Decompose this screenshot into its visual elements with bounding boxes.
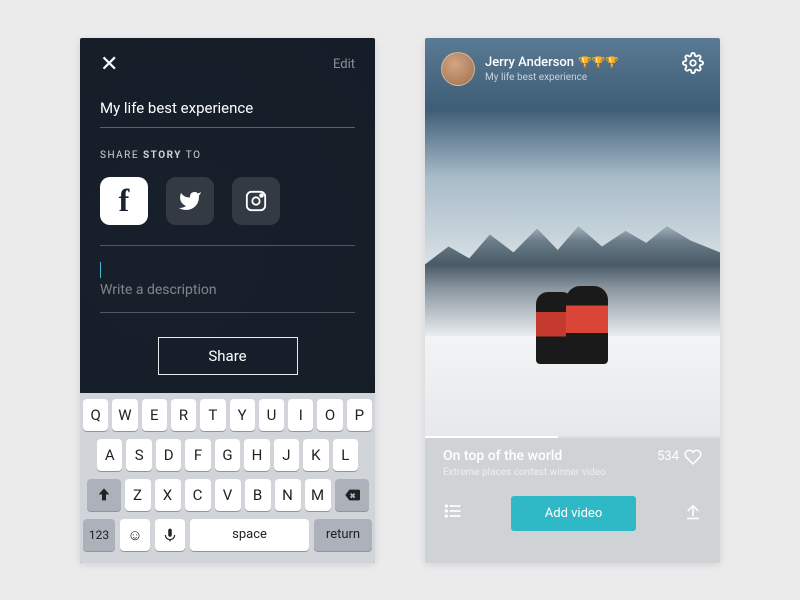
edit-button[interactable]: Edit xyxy=(333,57,355,72)
key-j[interactable]: J xyxy=(274,439,299,471)
key-w[interactable]: W xyxy=(112,399,137,431)
share-to-label: SHARE STORY TO xyxy=(100,150,355,161)
key-row-3: ZXCVBNM xyxy=(83,479,372,511)
user-subtitle: My life best experience xyxy=(485,72,619,83)
description-input[interactable] xyxy=(100,282,355,298)
keyboard: QWERTYUIOP ASDFGHJKL ZXCVBNM 123 ☺ space… xyxy=(80,393,375,563)
key-v[interactable]: V xyxy=(215,479,241,511)
key-g[interactable]: G xyxy=(215,439,240,471)
description-field xyxy=(100,245,355,313)
backspace-key[interactable] xyxy=(335,479,369,511)
emoji-key[interactable]: ☺ xyxy=(120,519,150,551)
instagram-icon[interactable] xyxy=(232,177,280,225)
key-y[interactable]: Y xyxy=(230,399,255,431)
video-subtitle: Extreme places contest winner video xyxy=(443,467,702,478)
key-m[interactable]: M xyxy=(305,479,331,511)
top-bar: ✕ Edit xyxy=(80,38,375,91)
key-t[interactable]: T xyxy=(200,399,225,431)
user-block[interactable]: Jerry Anderson 🏆🏆🏆 My life best experien… xyxy=(441,52,619,86)
upload-icon[interactable] xyxy=(684,502,702,524)
key-f[interactable]: F xyxy=(185,439,210,471)
progress-bar[interactable] xyxy=(425,436,720,438)
trophies-icon: 🏆🏆🏆 xyxy=(578,56,619,69)
key-h[interactable]: H xyxy=(244,439,269,471)
key-d[interactable]: D xyxy=(156,439,181,471)
key-s[interactable]: S xyxy=(126,439,151,471)
key-r[interactable]: R xyxy=(171,399,196,431)
user-name: Jerry Anderson 🏆🏆🏆 xyxy=(485,55,619,70)
close-icon[interactable]: ✕ xyxy=(100,52,118,77)
key-l[interactable]: L xyxy=(333,439,358,471)
share-screen: ✕ Edit SHARE STORY TO f Share QWERTYUIOP… xyxy=(80,38,375,563)
key-q[interactable]: Q xyxy=(83,399,108,431)
key-n[interactable]: N xyxy=(275,479,301,511)
key-e[interactable]: E xyxy=(142,399,167,431)
add-video-button[interactable]: Add video xyxy=(511,496,636,531)
return-key[interactable]: return xyxy=(314,519,372,551)
key-c[interactable]: C xyxy=(185,479,211,511)
key-o[interactable]: O xyxy=(317,399,342,431)
key-x[interactable]: X xyxy=(155,479,181,511)
key-b[interactable]: B xyxy=(245,479,271,511)
key-z[interactable]: Z xyxy=(125,479,151,511)
text-cursor xyxy=(100,262,101,278)
avatar xyxy=(441,52,475,86)
twitter-icon[interactable] xyxy=(166,177,214,225)
mic-key[interactable] xyxy=(155,519,185,551)
profile-screen: Jerry Anderson 🏆🏆🏆 My life best experien… xyxy=(425,38,720,563)
like-count[interactable]: 534 xyxy=(657,448,702,466)
people-illustration xyxy=(528,279,618,364)
social-row: f xyxy=(100,177,355,225)
key-u[interactable]: U xyxy=(259,399,284,431)
gear-icon[interactable] xyxy=(682,52,704,78)
space-key[interactable]: space xyxy=(190,519,309,551)
action-row: Add video xyxy=(443,496,702,531)
key-i[interactable]: I xyxy=(288,399,313,431)
shift-key[interactable] xyxy=(87,479,121,511)
header: Jerry Anderson 🏆🏆🏆 My life best experien… xyxy=(441,52,704,86)
share-button[interactable]: Share xyxy=(158,337,298,375)
key-k[interactable]: K xyxy=(303,439,328,471)
list-icon[interactable] xyxy=(443,501,463,525)
video-info-bar: On top of the world Extreme places conte… xyxy=(425,436,720,563)
numeric-key[interactable]: 123 xyxy=(83,519,115,551)
facebook-icon[interactable]: f xyxy=(100,177,148,225)
key-p[interactable]: P xyxy=(347,399,372,431)
key-row-2: ASDFGHJKL xyxy=(83,439,372,471)
key-row-1: QWERTYUIOP xyxy=(83,399,372,431)
hero-image: Jerry Anderson 🏆🏆🏆 My life best experien… xyxy=(425,38,720,436)
story-title-input[interactable] xyxy=(100,99,355,128)
key-row-4: 123 ☺ space return xyxy=(83,519,372,551)
key-a[interactable]: A xyxy=(97,439,122,471)
